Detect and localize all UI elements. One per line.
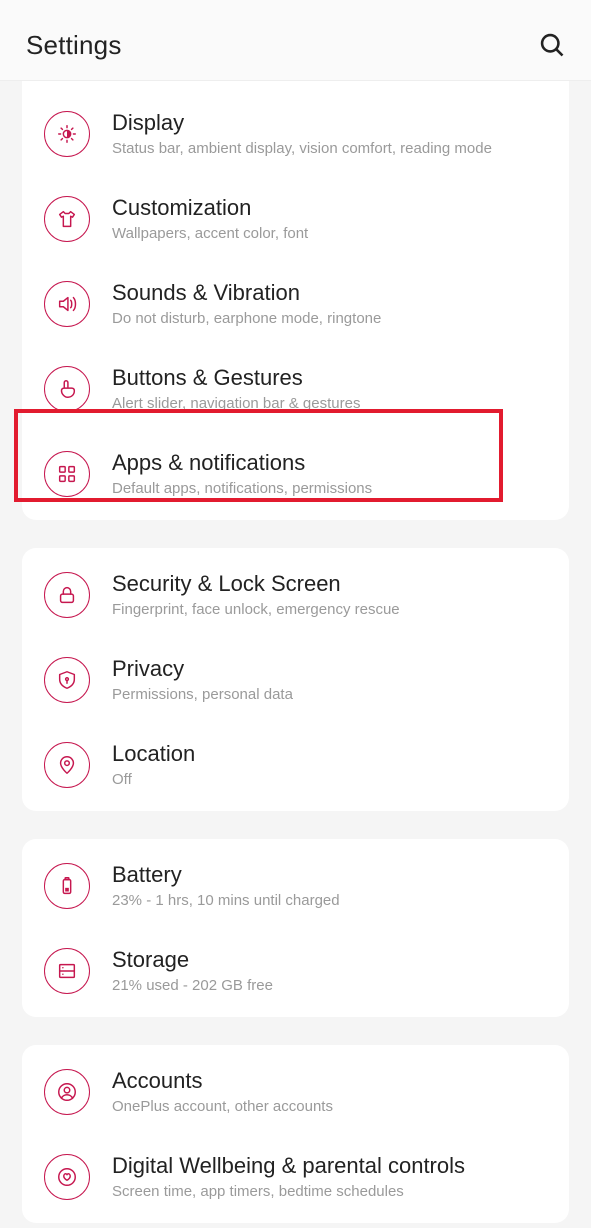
settings-group: Battery 23% - 1 hrs, 10 mins until charg… <box>22 839 569 1017</box>
item-title: Privacy <box>112 655 293 683</box>
item-title: Location <box>112 740 195 768</box>
item-title: Security & Lock Screen <box>112 570 400 598</box>
item-subtitle: Alert slider, navigation bar & gestures <box>112 394 360 414</box>
settings-item-sounds[interactable]: Sounds & Vibration Do not disturb, earph… <box>22 261 569 346</box>
item-subtitle: 23% - 1 hrs, 10 mins until charged <box>112 891 340 911</box>
wellbeing-icon <box>44 1154 90 1200</box>
item-title: Sounds & Vibration <box>112 279 381 307</box>
item-subtitle: 21% used - 202 GB free <box>112 976 273 996</box>
brightness-icon <box>44 111 90 157</box>
shield-icon <box>44 657 90 703</box>
location-icon <box>44 742 90 788</box>
apps-icon <box>44 451 90 497</box>
item-title: Storage <box>112 946 273 974</box>
item-title: Apps & notifications <box>112 449 372 477</box>
item-title: Display <box>112 109 492 137</box>
settings-item-buttons[interactable]: Buttons & Gestures Alert slider, navigat… <box>22 346 569 431</box>
page-title: Settings <box>26 30 122 61</box>
item-title: Accounts <box>112 1067 333 1095</box>
settings-group: Security & Lock Screen Fingerprint, face… <box>22 548 569 811</box>
settings-item-customization[interactable]: Customization Wallpapers, accent color, … <box>22 176 569 261</box>
touch-icon <box>44 366 90 412</box>
settings-group: Display Status bar, ambient display, vis… <box>22 81 569 520</box>
item-subtitle: Fingerprint, face unlock, emergency resc… <box>112 600 400 620</box>
header: Settings <box>0 0 591 81</box>
settings-item-location[interactable]: Location Off <box>22 722 569 807</box>
item-subtitle: Do not disturb, earphone mode, ringtone <box>112 309 381 329</box>
settings-item-wellbeing[interactable]: Digital Wellbeing & parental controls Sc… <box>22 1134 569 1219</box>
storage-icon <box>44 948 90 994</box>
item-subtitle: Off <box>112 770 195 790</box>
item-subtitle: Status bar, ambient display, vision comf… <box>112 139 492 159</box>
settings-item-storage[interactable]: Storage 21% used - 202 GB free <box>22 928 569 1013</box>
battery-icon <box>44 863 90 909</box>
settings-groups: Display Status bar, ambient display, vis… <box>0 81 591 1223</box>
item-title: Digital Wellbeing & parental controls <box>112 1152 465 1180</box>
accounts-icon <box>44 1069 90 1115</box>
item-subtitle: OnePlus account, other accounts <box>112 1097 333 1117</box>
settings-item-display[interactable]: Display Status bar, ambient display, vis… <box>22 91 569 176</box>
settings-item-privacy[interactable]: Privacy Permissions, personal data <box>22 637 569 722</box>
shirt-icon <box>44 196 90 242</box>
item-title: Buttons & Gestures <box>112 364 360 392</box>
item-subtitle: Default apps, notifications, permissions <box>112 479 372 499</box>
settings-item-accounts[interactable]: Accounts OnePlus account, other accounts <box>22 1049 569 1134</box>
item-subtitle: Wallpapers, accent color, font <box>112 224 308 244</box>
settings-item-security[interactable]: Security & Lock Screen Fingerprint, face… <box>22 552 569 637</box>
sound-icon <box>44 281 90 327</box>
item-subtitle: Screen time, app timers, bedtime schedul… <box>112 1182 465 1202</box>
search-button[interactable] <box>535 28 569 62</box>
item-title: Battery <box>112 861 340 889</box>
item-subtitle: Permissions, personal data <box>112 685 293 705</box>
item-title: Customization <box>112 194 308 222</box>
settings-group: Accounts OnePlus account, other accounts… <box>22 1045 569 1223</box>
lock-icon <box>44 572 90 618</box>
settings-item-battery[interactable]: Battery 23% - 1 hrs, 10 mins until charg… <box>22 843 569 928</box>
search-icon <box>538 31 566 59</box>
settings-item-apps[interactable]: Apps & notifications Default apps, notif… <box>22 431 569 516</box>
